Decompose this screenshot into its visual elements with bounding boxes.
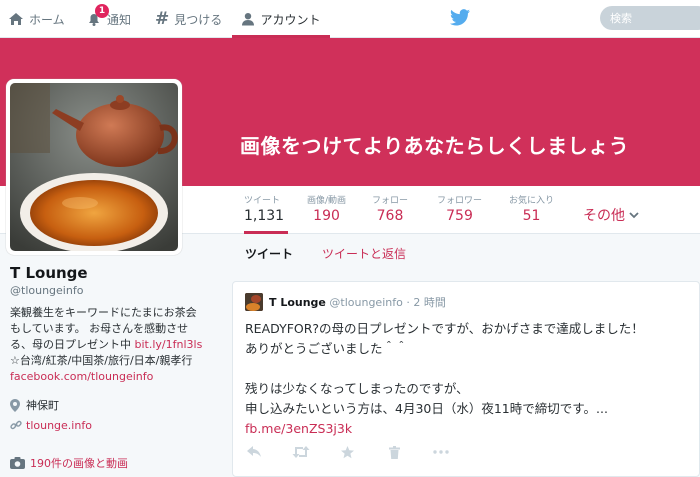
profile-bio: 楽観養生をキーワードにたまにお茶会 もしています。 お母さんを感動させ る、母の… — [10, 305, 220, 385]
search-placeholder: 検索 — [610, 12, 632, 25]
tweet-header: T Lounge @tloungeinfo · 2 時間 — [269, 294, 446, 310]
tweet-line: READYFOR?の母の日プレゼントですが、おかげさまで達成しました！ — [245, 321, 644, 336]
stat-value: 51 — [522, 208, 541, 224]
tweet-line: 残りは少なくなってしまったのですが、 — [245, 381, 469, 396]
stat-tweets[interactable]: ツイート 1,131 — [244, 193, 288, 234]
stat-media[interactable]: 画像/動画 190 — [307, 193, 346, 224]
delete-trash-icon[interactable] — [389, 446, 400, 459]
more-menu-button[interactable]: その他 — [583, 205, 639, 225]
website-row: tlounge.info — [10, 415, 220, 435]
tweet-timestamp[interactable]: · 2 時間 — [406, 296, 446, 309]
stat-value: 759 — [446, 208, 473, 224]
nav-discover[interactable]: # 見つける — [155, 0, 222, 38]
tweet-author-handle[interactable]: @tloungeinfo — [329, 296, 402, 309]
more-dots-icon[interactable] — [433, 446, 449, 458]
location-row: 神保町 — [10, 395, 220, 415]
photos-videos-link[interactable]: 190件の画像と動画 — [10, 455, 128, 471]
chevron-down-icon — [629, 211, 639, 219]
tweet-link[interactable]: fb.me/3enZS3j3k — [245, 419, 685, 439]
nav-notifications-label: 通知 — [107, 12, 132, 27]
stat-followers[interactable]: フォロワー 759 — [437, 193, 482, 224]
nav-discover-label: 見つける — [174, 12, 223, 27]
tab-tweets[interactable]: ツイート — [245, 245, 293, 262]
reply-icon[interactable] — [247, 446, 261, 458]
nav-home-label: ホーム — [29, 12, 65, 27]
person-icon — [241, 12, 255, 26]
stat-label: フォロワー — [437, 196, 483, 206]
bio-line: 楽観養生をキーワードにたまにお茶会 — [10, 306, 197, 319]
stat-label: 画像/動画 — [307, 196, 347, 206]
location-pin-icon — [10, 398, 26, 412]
twitter-bird-icon[interactable] — [450, 9, 470, 30]
website-link[interactable]: tlounge.info — [26, 419, 92, 432]
favorite-star-icon[interactable] — [341, 446, 354, 459]
stat-label: お気に入り — [509, 196, 555, 206]
bio-line: る、母の日プレゼント中 bit.ly/1fnl3ls — [10, 337, 220, 353]
location-text: 神保町 — [26, 399, 59, 412]
home-icon — [8, 12, 24, 26]
bio-text: る、母の日プレゼント中 — [10, 338, 131, 351]
link-icon — [10, 419, 26, 431]
bio-link[interactable]: bit.ly/1fnl3ls — [135, 338, 203, 351]
timeline-tabs: ツイート ツイートと返信 — [230, 234, 700, 272]
profile-card: T Lounge @tloungeinfo 楽観養生をキーワードにたまにお茶会 … — [10, 264, 220, 435]
tweet-text: READYFOR?の母の日プレゼントですが、おかげさまで達成しました！ ありがと… — [245, 319, 685, 439]
tweet-line: ありがとうございました＾＾ — [245, 341, 408, 356]
hashtag-icon: # — [155, 9, 170, 29]
stat-label: ツイート — [244, 196, 281, 206]
banner-prompt: 画像をつけてよりあなたらしくしましょう — [240, 134, 630, 158]
tab-tweets-and-replies[interactable]: ツイートと返信 — [322, 245, 406, 262]
more-label: その他 — [583, 208, 625, 224]
top-nav: ホーム 1 通知 # 見つける アカウント 検索 — [0, 0, 700, 38]
tweet-avatar[interactable] — [245, 293, 263, 311]
notification-badge: 1 — [95, 4, 109, 18]
stat-value: 768 — [376, 208, 404, 224]
stat-following[interactable]: フォロー 768 — [372, 193, 408, 224]
profile-avatar[interactable] — [6, 79, 182, 255]
teapot-photo — [10, 83, 178, 251]
search-input[interactable]: 検索 — [600, 6, 700, 30]
tweet-line: 申し込みたいという方は、4月30日（水）夜11時で締切です。... — [245, 401, 608, 416]
nav-account[interactable]: アカウント — [232, 0, 330, 38]
profile-meta: 神保町 tlounge.info — [10, 395, 220, 435]
bio-line: ☆台湾/紅茶/中国茶/旅行/日本/親孝行 — [10, 354, 193, 367]
profile-handle: @tloungeinfo — [10, 284, 84, 297]
stat-value: 190 — [313, 208, 340, 224]
nav-account-label: アカウント — [260, 12, 321, 27]
profile-name[interactable]: T Lounge — [10, 264, 220, 282]
stat-label: フォロー — [372, 196, 409, 206]
tweet-actions — [247, 446, 667, 464]
nav-home[interactable]: ホーム — [8, 0, 65, 38]
stat-value: 1,131 — [244, 208, 285, 224]
tweet-card[interactable]: T Lounge @tloungeinfo · 2 時間 READYFOR?の母… — [232, 281, 700, 477]
bio-facebook-link[interactable]: facebook.com/tloungeinfo — [10, 369, 220, 385]
nav-notifications[interactable]: 1 通知 — [86, 0, 131, 38]
retweet-icon[interactable] — [292, 446, 310, 458]
stat-favorites[interactable]: お気に入り 51 — [509, 193, 554, 224]
photos-videos-label: 190件の画像と動画 — [30, 457, 128, 470]
tweet-author-name[interactable]: T Lounge — [269, 296, 326, 309]
camera-icon — [10, 457, 25, 469]
bio-line: もしています。 お母さんを感動させ — [10, 322, 189, 335]
